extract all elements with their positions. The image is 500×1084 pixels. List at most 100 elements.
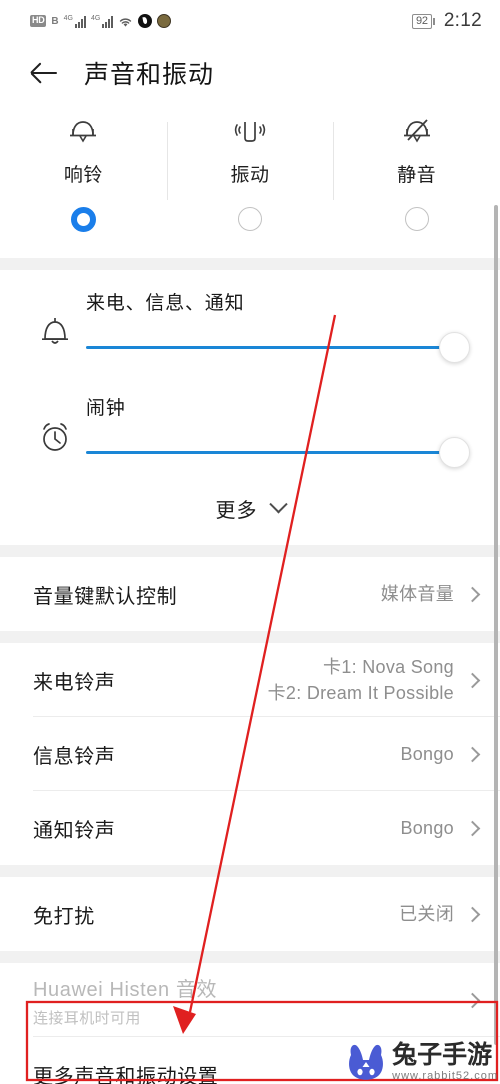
setting-row-title: 免打扰 — [33, 905, 95, 928]
volume-card: 来电、信息、通知 闹钟 更多 — [0, 270, 500, 545]
vertical-scrollbar[interactable] — [494, 205, 498, 1045]
row-right: Bongo — [400, 741, 481, 767]
sound-mode-vibrate-radio[interactable] — [238, 207, 262, 231]
profile-avatar-icon — [157, 14, 172, 28]
row-left: Huawei Histen 音效 连接耳机时可用 — [33, 973, 217, 1028]
sound-mode-ring-label: 响铃 — [63, 165, 103, 186]
setting-row-subtitle: 连接耳机时可用 — [33, 1009, 141, 1027]
section-divider — [0, 865, 500, 877]
bell-muted-icon — [398, 116, 436, 150]
battery-icon: 92 — [411, 13, 435, 29]
phone-screen: HD B 4G 4G 92 2:12 声音和振动 响铃 振动 静音 来电、信息、… — [0, 0, 500, 1084]
status-bar-left-icons: HD B 4G 4G — [30, 14, 172, 28]
sound-mode-silent-label: 静音 — [397, 165, 437, 186]
volume-slider-alarm: 闹钟 — [0, 375, 500, 480]
page-title: 声音和振动 — [84, 61, 215, 89]
battery-tip — [432, 17, 435, 25]
setting-row-title: 来电铃声 — [33, 671, 116, 694]
setting-row-title: 音量键默认控制 — [33, 585, 178, 608]
setting-row-message-ringtone[interactable]: 信息铃声 Bongo — [0, 717, 500, 791]
alarm-clock-icon — [24, 393, 86, 459]
setting-row-value: Bongo — [400, 817, 454, 838]
watermark-url: www.rabbit52.com — [392, 1069, 498, 1082]
section-divider — [0, 545, 500, 557]
row-right: 媒体音量 — [380, 581, 481, 607]
wifi-icon — [118, 15, 133, 27]
setting-row-value-sim2: 卡2: Dream It Possible — [267, 683, 454, 703]
expand-more-label: 更多 — [215, 500, 258, 522]
volume-slider-calls-track — [86, 346, 448, 349]
water-drop-icon — [138, 14, 153, 28]
setting-row-notification-ringtone[interactable]: 通知铃声 Bongo — [0, 791, 500, 865]
chevron-right-icon — [464, 992, 481, 1008]
section-divider — [0, 951, 500, 963]
battery-level-label: 92 — [411, 13, 432, 29]
bell-icon — [24, 288, 86, 354]
setting-row-value: Bongo — [400, 743, 454, 764]
setting-row-title: 通知铃声 — [33, 819, 116, 842]
row-right: 已关闭 — [399, 901, 481, 927]
volume-slider-calls-body: 来电、信息、通知 — [86, 288, 476, 369]
setting-row-call-ringtone[interactable]: 来电铃声 卡1: Nova Song 卡2: Dream It Possible — [0, 643, 500, 717]
sound-mode-ring-radio[interactable] — [70, 207, 96, 232]
settings-group-dnd: 免打扰 已关闭 — [0, 877, 500, 951]
signal-4g-sim1-icon: 4G — [64, 15, 86, 28]
signal-bars-sim1 — [74, 15, 86, 28]
volume-slider-alarm-label: 闹钟 — [86, 398, 126, 419]
chevron-right-icon — [464, 746, 481, 762]
row-right: 卡1: Nova Song 卡2: Dream It Possible — [267, 654, 481, 706]
status-bar-clock: 2:12 — [443, 10, 482, 31]
setting-row-title: Huawei Histen 音效 — [33, 978, 218, 1001]
volume-slider-calls: 来电、信息、通知 — [0, 270, 500, 375]
volume-slider-alarm-control[interactable] — [86, 430, 470, 474]
sound-mode-selector: 响铃 振动 静音 — [0, 104, 500, 258]
section-divider — [0, 258, 500, 270]
volume-slider-alarm-track — [86, 451, 448, 454]
settings-group-volume-key: 音量键默认控制 媒体音量 — [0, 557, 500, 631]
volume-slider-calls-label: 来电、信息、通知 — [86, 293, 245, 314]
sound-mode-vibrate-label: 振动 — [230, 165, 270, 186]
volume-slider-alarm-body: 闹钟 — [86, 393, 476, 474]
volume-slider-calls-control[interactable] — [86, 325, 470, 369]
chevron-down-icon — [268, 495, 288, 514]
sound-mode-vibrate[interactable]: 振动 — [166, 116, 334, 232]
setting-row-volume-key-control[interactable]: 音量键默认控制 媒体音量 — [0, 557, 500, 631]
signal-4g-sim2-icon: 4G — [90, 14, 114, 28]
row-left: 通知铃声 — [33, 814, 115, 843]
setting-row-do-not-disturb[interactable]: 免打扰 已关闭 — [0, 877, 500, 951]
setting-row-title: 信息铃声 — [33, 745, 116, 768]
row-left: 信息铃声 — [33, 740, 115, 769]
rabbit-logo-icon — [349, 1044, 384, 1080]
section-divider — [0, 631, 500, 643]
hd-icon: HD — [30, 15, 47, 27]
vibrate-icon — [231, 116, 269, 150]
setting-row-title: 更多声音和振动设置 — [33, 1065, 219, 1084]
sound-mode-silent[interactable]: 静音 — [333, 116, 500, 232]
chevron-right-icon — [464, 820, 481, 836]
watermark-text: 兔子手游 www.rabbit52.com — [392, 1040, 498, 1082]
setting-row-value: 已关闭 — [399, 903, 454, 924]
status-bar-right-icons: 92 2:12 — [411, 10, 482, 32]
sound-mode-ring[interactable]: 响铃 — [0, 116, 167, 232]
bell-icon — [64, 116, 102, 150]
setting-row-value-sim1: 卡1: Nova Song — [323, 656, 454, 677]
chevron-right-icon — [464, 586, 481, 602]
network-type-label-sim1: 4G — [63, 14, 73, 22]
volume-slider-alarm-knob[interactable] — [439, 437, 470, 468]
setting-row-huawei-histen[interactable]: Huawei Histen 音效 连接耳机时可用 — [0, 963, 500, 1037]
settings-group-ringtones: 来电铃声 卡1: Nova Song 卡2: Dream It Possible… — [0, 643, 500, 865]
back-arrow-icon[interactable] — [28, 56, 62, 90]
sound-mode-silent-radio[interactable] — [404, 207, 429, 231]
expand-more-button[interactable]: 更多 — [0, 480, 500, 545]
setting-row-value: 媒体音量 — [380, 583, 454, 604]
row-left: 更多声音和振动设置 — [33, 1060, 218, 1084]
row-right: Bongo — [400, 815, 481, 841]
page-header: 声音和振动 — [0, 42, 500, 104]
row-left: 来电铃声 — [33, 666, 115, 695]
bluetooth-icon: B — [51, 15, 59, 27]
signal-bars-sim2 — [102, 15, 114, 28]
status-bar: HD B 4G 4G 92 2:12 — [0, 0, 500, 42]
network-type-label-sim2: 4G — [90, 14, 101, 22]
volume-slider-calls-knob[interactable] — [439, 332, 470, 363]
watermark-brand: 兔子手游 — [392, 1040, 493, 1069]
